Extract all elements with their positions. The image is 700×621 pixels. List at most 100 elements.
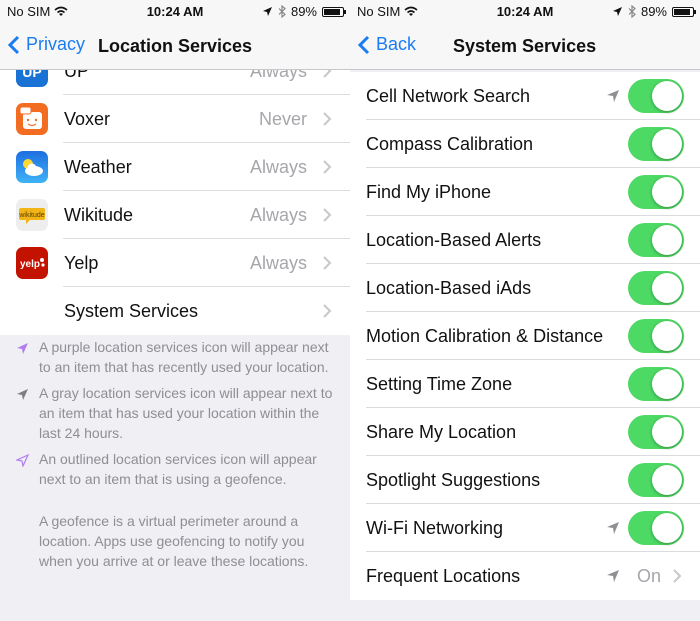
- app-row-wikitude[interactable]: wikitude Wikitude Always: [0, 191, 350, 239]
- service-row: Motion Calibration & Distance: [350, 312, 700, 360]
- share-my-location-toggle[interactable]: [628, 415, 684, 449]
- compass-calibration-toggle[interactable]: [628, 127, 684, 161]
- back-button[interactable]: Privacy: [8, 34, 85, 55]
- service-row: Compass Calibration: [350, 120, 700, 168]
- gray-location-arrow-icon: [607, 522, 619, 534]
- status-bar: No SIM 10:24 AM 89%: [350, 0, 700, 24]
- back-button[interactable]: Back: [358, 34, 416, 55]
- service-label: Cell Network Search: [366, 85, 531, 106]
- toggle-knob: [652, 417, 682, 447]
- service-label: Wi-Fi Networking: [366, 517, 504, 538]
- gray-location-arrow-icon: [607, 570, 619, 582]
- svg-text:wikitude: wikitude: [18, 212, 44, 219]
- frequent-locations-value: On: [636, 565, 661, 586]
- app-name: Weather: [64, 156, 132, 177]
- service-label: Setting Time Zone: [366, 373, 513, 394]
- legend-text: A gray location services icon will appea…: [39, 385, 333, 441]
- app-permission: Always: [249, 252, 307, 273]
- navigation-bar: Privacy Location Services: [0, 24, 350, 70]
- service-row: Location-Based Alerts: [350, 216, 700, 264]
- battery-level: [674, 8, 691, 15]
- cell-network-search-toggle[interactable]: [628, 79, 684, 113]
- setting-time-zone-toggle[interactable]: [628, 367, 684, 401]
- service-label: Compass Calibration: [366, 133, 534, 154]
- chevron-right-icon: [323, 112, 332, 126]
- service-row: Spotlight Suggestions: [350, 456, 700, 504]
- page-title: Location Services: [98, 36, 253, 56]
- app-permission: Always: [249, 156, 307, 177]
- battery-percent: 89%: [290, 4, 317, 19]
- location-arrow-icon: [612, 7, 622, 16]
- spotlight-suggestions-toggle[interactable]: [628, 463, 684, 497]
- app-name: Yelp: [64, 252, 99, 273]
- legend-text: An outlined location services icon will …: [39, 451, 317, 487]
- service-row: Cell Network Search: [350, 72, 700, 120]
- wifi-networking-toggle[interactable]: [628, 511, 684, 545]
- app-row-yelp[interactable]: yelp Yelp Always: [0, 239, 350, 287]
- chevron-right-icon: [673, 569, 682, 583]
- legend-note-purple: A purple location services icon will app…: [16, 337, 334, 377]
- toggle-knob: [652, 513, 682, 543]
- app-row-voxer[interactable]: Voxer Never: [0, 95, 350, 143]
- toggle-knob: [652, 369, 682, 399]
- legend-note-gray: A gray location services icon will appea…: [16, 383, 334, 443]
- battery-percent: 89%: [640, 4, 667, 19]
- service-label: Location-Based iAds: [366, 277, 532, 298]
- service-label: Frequent Locations: [366, 565, 521, 586]
- status-bar: No SIM 10:24 AM 89%: [0, 0, 350, 24]
- bluetooth-icon: [628, 5, 636, 18]
- chevron-left-icon: [358, 35, 370, 54]
- chevron-left-icon: [8, 35, 20, 54]
- legend-note-outlined: An outlined location services icon will …: [16, 449, 334, 489]
- gray-location-arrow-icon: [17, 389, 28, 400]
- system-services-list: Cell Network Search Compass Calibration …: [350, 72, 700, 600]
- toggle-knob: [652, 129, 682, 159]
- toggle-knob: [652, 273, 682, 303]
- app-permission: Always: [249, 204, 307, 225]
- service-label: Find My iPhone: [366, 181, 492, 202]
- chevron-right-icon: [323, 160, 332, 174]
- purple-location-arrow-icon: [17, 343, 28, 354]
- toggle-knob: [652, 225, 682, 255]
- app-name: Voxer: [64, 108, 111, 129]
- back-label: Privacy: [26, 34, 86, 54]
- toggle-knob: [652, 81, 682, 111]
- service-row: Find My iPhone: [350, 168, 700, 216]
- geofence-explanation: A geofence is a virtual perimeter around…: [39, 513, 309, 569]
- chevron-right-icon: [323, 304, 332, 318]
- system-services-row[interactable]: System Services: [0, 287, 350, 335]
- battery-level: [324, 8, 341, 15]
- service-row: Setting Time Zone: [350, 360, 700, 408]
- service-label: Spotlight Suggestions: [366, 469, 541, 490]
- chevron-right-icon: [323, 256, 332, 270]
- frequent-locations-row[interactable]: Frequent Locations On: [350, 552, 700, 600]
- wikitude-app-icon: wikitude: [16, 199, 48, 231]
- location-based-iads-toggle[interactable]: [628, 271, 684, 305]
- service-row: Location-Based iAds: [350, 264, 700, 312]
- app-name: Wikitude: [64, 204, 134, 225]
- service-row: Share My Location: [350, 408, 700, 456]
- legend-text: A purple location services icon will app…: [39, 339, 329, 375]
- navigation-bar: Back System Services: [350, 24, 700, 70]
- battery-icon: [672, 6, 696, 17]
- service-row: Wi-Fi Networking: [350, 504, 700, 552]
- app-permission: Never: [258, 108, 307, 129]
- app-row-weather[interactable]: Weather Always: [0, 143, 350, 191]
- back-label: Back: [376, 34, 417, 54]
- app-list: UP UP Always Voxer Never Weather Always: [0, 47, 350, 335]
- system-services-label: System Services: [64, 300, 199, 321]
- toggle-knob: [652, 321, 682, 351]
- service-label: Share My Location: [366, 421, 517, 442]
- location-based-alerts-toggle[interactable]: [628, 223, 684, 257]
- location-services-screen: UP UP Always Voxer Never Weather Always: [0, 0, 350, 621]
- location-arrow-icon: [262, 7, 272, 16]
- gray-location-arrow-icon: [607, 90, 619, 102]
- system-services-screen: Cell Network Search Compass Calibration …: [350, 0, 700, 621]
- location-icon-legend: A purple location services icon will app…: [0, 337, 350, 571]
- motion-calibration-toggle[interactable]: [628, 319, 684, 353]
- toggle-knob: [652, 177, 682, 207]
- outlined-location-arrow-icon: [16, 454, 29, 467]
- find-my-iphone-toggle[interactable]: [628, 175, 684, 209]
- yelp-app-icon: yelp: [16, 247, 48, 279]
- svg-text:yelp: yelp: [20, 259, 40, 270]
